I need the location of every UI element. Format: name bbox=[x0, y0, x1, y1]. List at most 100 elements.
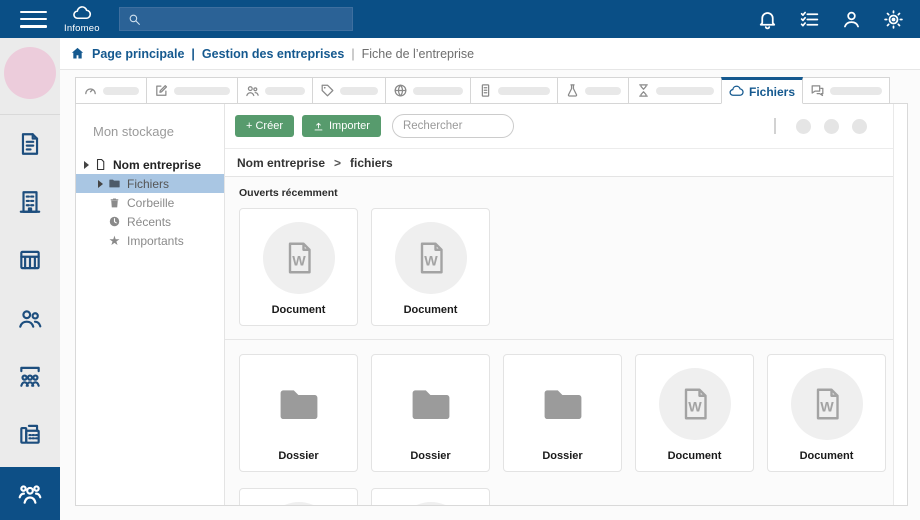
folder-card-label: Dossier bbox=[410, 450, 451, 462]
tab-speedometer[interactable] bbox=[75, 77, 147, 104]
topbar: Infomeo bbox=[0, 0, 920, 38]
file-text-icon bbox=[17, 131, 43, 157]
toolbar-divider bbox=[774, 118, 776, 134]
tab-chat[interactable] bbox=[802, 77, 891, 104]
breadcrumb-separator: | bbox=[351, 46, 355, 61]
globe-icon bbox=[393, 83, 408, 98]
create-button[interactable]: + Créer bbox=[235, 115, 294, 137]
sidebar-item-calculator[interactable] bbox=[0, 231, 60, 289]
tab-placeholder-text bbox=[413, 86, 463, 95]
clock-icon bbox=[108, 215, 121, 228]
global-search[interactable] bbox=[118, 7, 353, 31]
document-circle: W bbox=[658, 368, 731, 440]
document-card-media: W bbox=[262, 222, 335, 294]
tab-label: Fichiers bbox=[749, 84, 796, 99]
document-card[interactable]: W Document bbox=[371, 208, 490, 326]
meeting-icon bbox=[17, 363, 43, 389]
document-card[interactable]: W Document bbox=[767, 354, 886, 472]
gear-button[interactable] bbox=[883, 9, 904, 30]
document-card[interactable]: W bbox=[239, 488, 358, 505]
tab-tag[interactable] bbox=[312, 77, 386, 104]
files-panel: Mon stockage Nom entreprise Fichiers Corbe… bbox=[75, 103, 908, 506]
doc-w-icon: W bbox=[677, 386, 713, 422]
tree-item-fichiers[interactable]: Fichiers bbox=[76, 174, 224, 193]
folder-card[interactable]: Dossier bbox=[371, 354, 490, 472]
doc-icon bbox=[478, 83, 493, 98]
tab-bar: Fichiers bbox=[75, 77, 891, 104]
tag-icon bbox=[320, 83, 335, 98]
global-search-input[interactable] bbox=[146, 11, 344, 27]
files-search-input[interactable] bbox=[391, 114, 514, 138]
tree-item-label: Importants bbox=[127, 233, 184, 248]
folder-big-icon bbox=[270, 380, 328, 428]
folder-card[interactable]: Dossier bbox=[239, 354, 358, 472]
tab-people[interactable] bbox=[237, 77, 313, 104]
sidebar-item-two-users[interactable] bbox=[0, 289, 60, 347]
folder-card[interactable]: Dossier bbox=[503, 354, 622, 472]
bell-button[interactable] bbox=[757, 9, 778, 30]
sidebar-nav bbox=[0, 115, 60, 463]
edit-icon bbox=[154, 83, 169, 98]
tab-placeholder-text bbox=[174, 86, 230, 95]
sidebar-item-user-group[interactable] bbox=[0, 467, 60, 520]
main-content: Fichiers Mon stockage Nom entreprise Fich… bbox=[60, 70, 920, 520]
files-column: + Créer Importer Nom entreprise > fichie… bbox=[224, 104, 894, 505]
fax-icon bbox=[17, 421, 43, 447]
two-users-icon bbox=[17, 305, 43, 331]
document-card-media: W bbox=[394, 502, 467, 505]
files-toolbar-actions bbox=[774, 118, 867, 134]
sidebar-item-file-text[interactable] bbox=[0, 115, 60, 173]
document-card-label: Document bbox=[799, 450, 854, 462]
files-scroll-area: Ouverts récemment W Document W Document Dos… bbox=[225, 177, 893, 505]
avatar[interactable] bbox=[4, 47, 56, 99]
files-toolbar: + Créer Importer bbox=[225, 104, 893, 148]
caret-icon[interactable] bbox=[84, 160, 89, 169]
toolbar-placeholder-button[interactable] bbox=[852, 118, 867, 134]
tab-hourglass[interactable] bbox=[628, 77, 722, 104]
tree-item-label: Récents bbox=[127, 214, 172, 229]
home-icon[interactable] bbox=[70, 46, 85, 61]
recent-section-title: Ouverts récemment bbox=[239, 187, 338, 199]
files-breadcrumb-root[interactable]: Nom entreprise bbox=[237, 156, 325, 170]
tree-item-corbeille[interactable]: Corbeille bbox=[76, 193, 224, 212]
tab-edit[interactable] bbox=[146, 77, 238, 104]
breadcrumb-separator: | bbox=[191, 46, 195, 61]
toolbar-placeholder-button[interactable] bbox=[824, 118, 839, 134]
tree-item-label: Corbeille bbox=[127, 195, 175, 210]
import-button[interactable]: Importer bbox=[302, 115, 381, 137]
svg-text:W: W bbox=[292, 254, 306, 270]
tree-item-label: Fichiers bbox=[127, 176, 170, 191]
hamburger-menu-icon[interactable] bbox=[20, 10, 47, 28]
tab-placeholder-text bbox=[656, 86, 714, 95]
svg-text:W: W bbox=[424, 254, 438, 270]
caret-icon[interactable] bbox=[98, 179, 103, 188]
breadcrumb-link-gestion-des-entreprises[interactable]: Gestion des entreprises bbox=[202, 47, 344, 61]
tab-globe[interactable] bbox=[385, 77, 471, 104]
partial-card-row: WW bbox=[225, 472, 893, 505]
tab-fichiers[interactable]: Fichiers bbox=[721, 77, 804, 104]
cloud-icon bbox=[729, 84, 744, 99]
sidebar-item-building[interactable] bbox=[0, 173, 60, 231]
folder-big-icon bbox=[534, 380, 592, 428]
document-card[interactable]: W bbox=[371, 488, 490, 505]
tree-item-nom-entreprise[interactable]: Nom entreprise bbox=[76, 155, 224, 174]
document-card[interactable]: W Document bbox=[239, 208, 358, 326]
tab-doc[interactable] bbox=[470, 77, 558, 104]
files-section: Dossier Dossier Dossier W Document W Document bbox=[225, 340, 893, 472]
sidebar-item-meeting[interactable] bbox=[0, 347, 60, 405]
tab-placeholder-text bbox=[498, 86, 550, 95]
tasks-button[interactable] bbox=[799, 9, 820, 30]
user-button[interactable] bbox=[841, 9, 862, 30]
tree-item-recents[interactable]: Récents bbox=[76, 212, 224, 231]
tab-flask[interactable] bbox=[557, 77, 629, 104]
sidebar-item-fax[interactable] bbox=[0, 405, 60, 463]
toolbar-placeholder-button[interactable] bbox=[796, 118, 811, 134]
app-logo[interactable]: Infomeo bbox=[64, 4, 100, 34]
document-card-media: W bbox=[262, 502, 335, 505]
document-card[interactable]: W Document bbox=[635, 354, 754, 472]
recent-card-row: W Document W Document bbox=[239, 208, 879, 326]
tree-item-importants[interactable]: ★ Importants bbox=[76, 231, 224, 250]
tab-placeholder-text bbox=[340, 86, 378, 95]
document-card-media: W bbox=[394, 222, 467, 294]
breadcrumb-link-page-principale[interactable]: Page principale bbox=[92, 47, 184, 61]
